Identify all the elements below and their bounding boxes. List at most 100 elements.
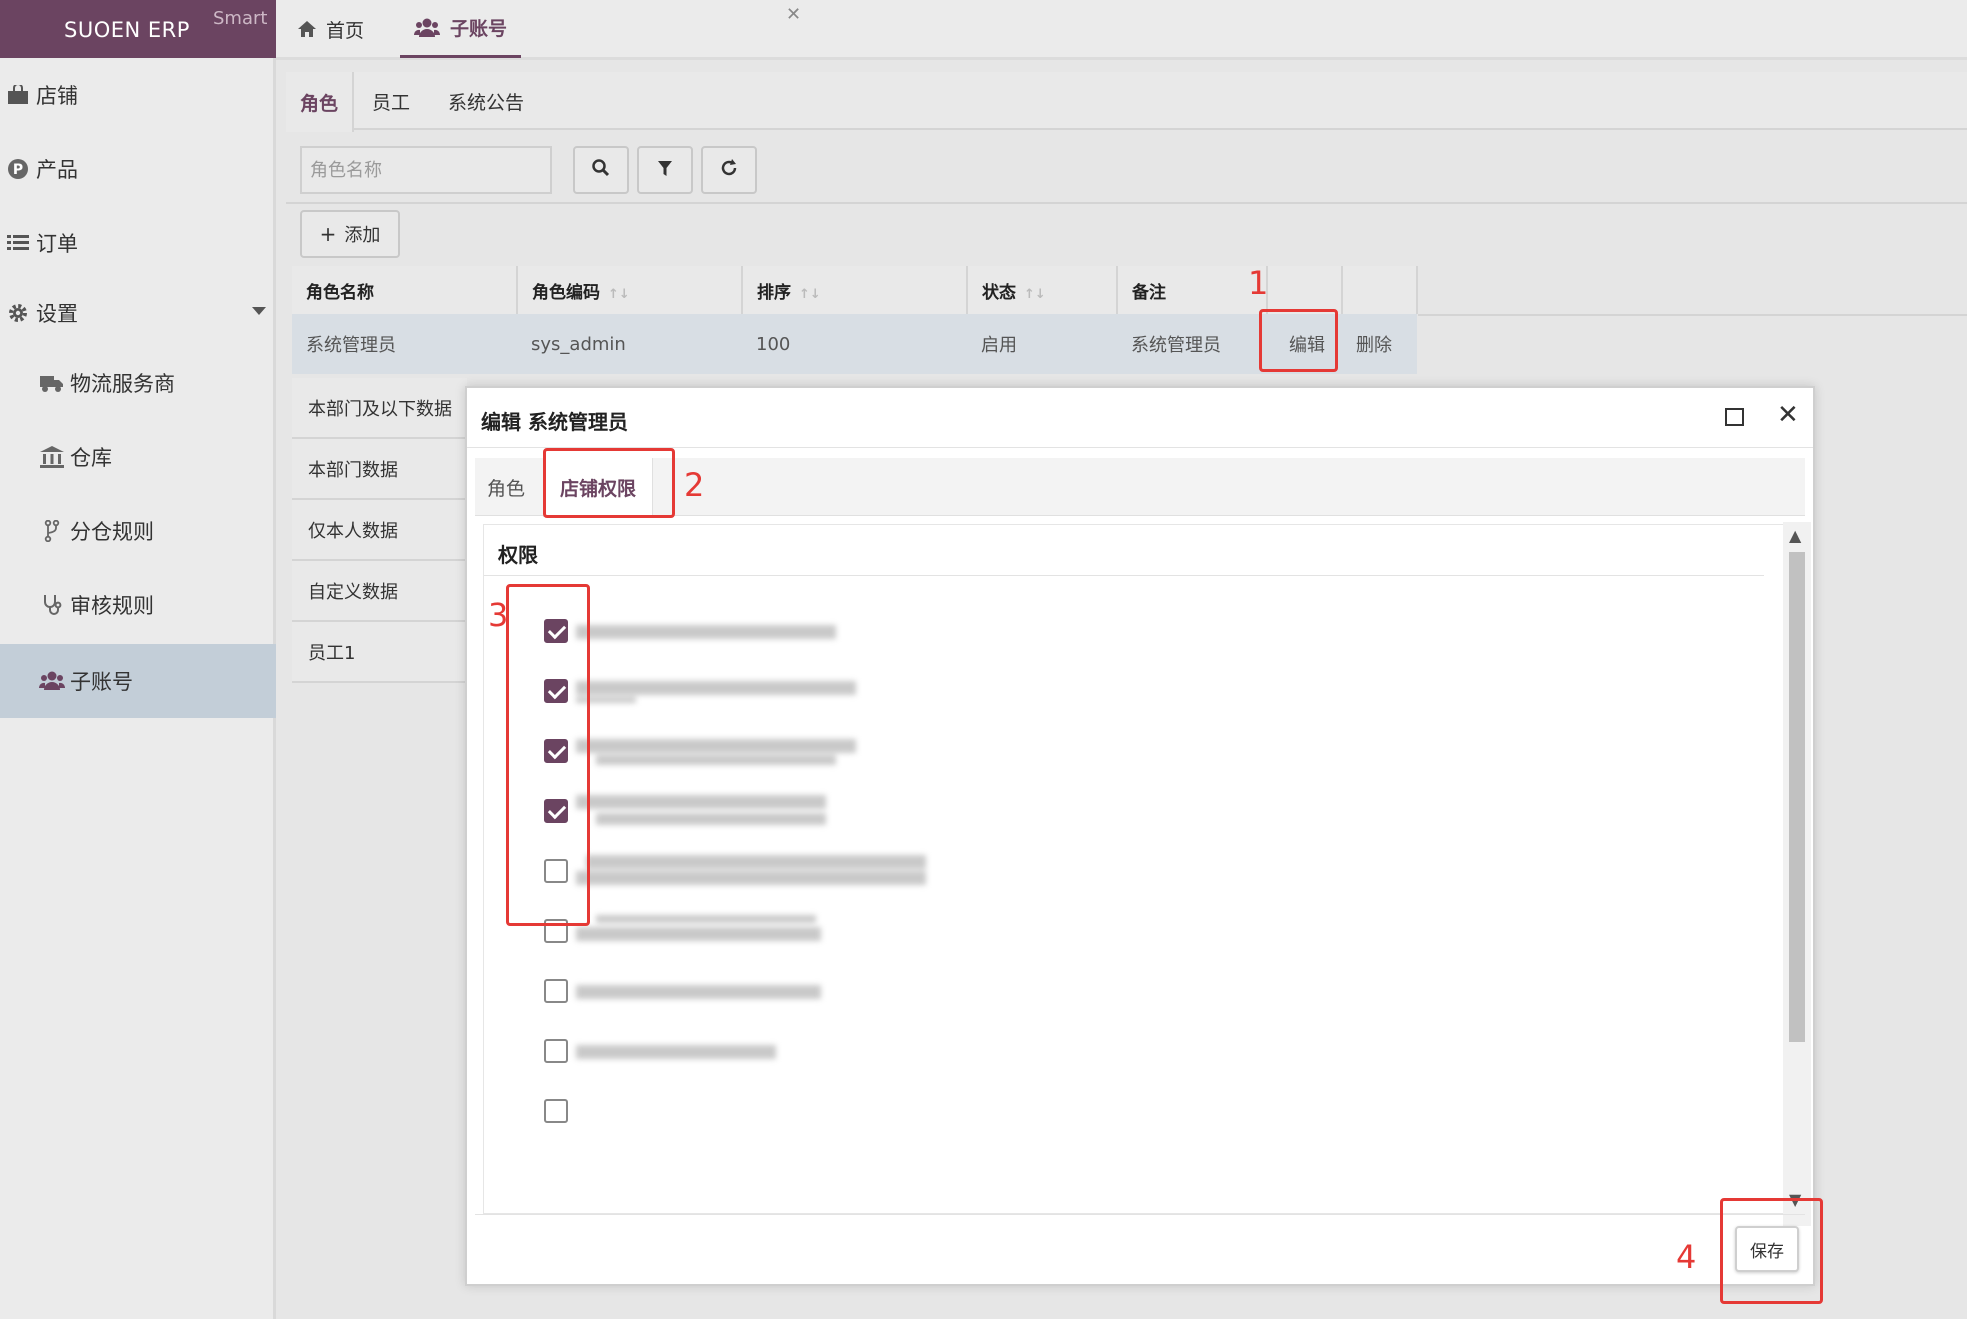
- modal-footer-divider: [475, 1214, 1805, 1215]
- sidebar-item-sub-account[interactable]: 子账号: [0, 644, 276, 718]
- annotation-number: 4: [1676, 1238, 1697, 1276]
- permission-row: [544, 731, 964, 771]
- refresh-button[interactable]: [701, 146, 757, 194]
- sidebar-item-logistics[interactable]: 物流服务商: [0, 346, 276, 420]
- bank-icon: [38, 446, 66, 468]
- cell-remark: 系统管理员: [1117, 314, 1267, 374]
- add-role-button[interactable]: + 添加: [300, 210, 400, 258]
- sidebar-item-review-rules[interactable]: 审核规则: [0, 568, 276, 642]
- list-item[interactable]: 员工1: [292, 622, 467, 683]
- search-button[interactable]: [573, 146, 629, 194]
- filter-button[interactable]: [637, 146, 693, 194]
- plus-icon: +: [319, 222, 337, 246]
- header-divider: [1418, 314, 1967, 316]
- delete-link[interactable]: 删除: [1342, 314, 1417, 374]
- sidebar-item-label: 审核规则: [70, 594, 154, 618]
- sidebar-item-label: 子账号: [70, 670, 133, 694]
- sidebar-item-order[interactable]: 订单: [0, 206, 276, 280]
- column-header[interactable]: 排序 ↑↓: [742, 266, 968, 314]
- edit-role-modal: 编辑 系统管理员 ✕ 角色 店铺权限 权限 ▲ ▼ 保存: [465, 386, 1815, 1286]
- sidebar-item-split-rules[interactable]: 分仓规则: [0, 494, 276, 568]
- top-tab-bar: 首页 子账号 ✕: [276, 0, 1967, 60]
- cell-status: 启用: [967, 314, 1117, 374]
- sidebar: 店铺 P 产品 订单 设置 物流服务商 仓库 分仓规则 审核规则 子账号: [0, 58, 276, 1319]
- column-header[interactable]: 角色名称: [292, 266, 518, 314]
- modal-title: 编辑 系统管理员: [481, 410, 628, 434]
- permission-checkbox[interactable]: [544, 979, 568, 1003]
- annotation-box-1: [1259, 309, 1338, 372]
- sidebar-item-product[interactable]: P 产品: [0, 132, 276, 206]
- maximize-icon[interactable]: [1725, 408, 1744, 426]
- search-input[interactable]: [300, 146, 552, 194]
- modal-header: 编辑 系统管理员 ✕: [467, 388, 1813, 448]
- column-header[interactable]: 状态 ↑↓: [967, 266, 1118, 314]
- column-header-label: 排序: [757, 282, 791, 303]
- refresh-icon: [720, 158, 738, 182]
- cell-order: 100: [742, 314, 967, 374]
- list-item[interactable]: 仅本人数据: [292, 500, 467, 561]
- tab-role[interactable]: 角色: [487, 458, 525, 516]
- list-icon: [4, 234, 32, 252]
- sidebar-item-shop[interactable]: 店铺: [0, 58, 276, 132]
- permission-row: [544, 1031, 964, 1071]
- scroll-thumb[interactable]: [1789, 552, 1805, 1042]
- search-icon: [592, 158, 610, 182]
- list-item[interactable]: 本部门及以下数据: [292, 378, 467, 439]
- brand-header: SUOEN ERP Smart: [0, 0, 276, 58]
- permission-panel: 权限: [483, 524, 1787, 1214]
- column-header-action: [1342, 266, 1418, 314]
- close-icon[interactable]: ✕: [786, 4, 801, 25]
- tab-sub-account[interactable]: 子账号: [400, 0, 522, 58]
- permission-row: [544, 911, 964, 951]
- sort-icon[interactable]: ↑↓: [799, 287, 821, 302]
- add-row: + 添加: [286, 206, 1967, 266]
- list-item[interactable]: 本部门数据: [292, 439, 467, 500]
- permission-checkbox[interactable]: [544, 1099, 568, 1123]
- cell-role-name: 系统管理员: [292, 314, 517, 374]
- sort-icon[interactable]: ↑↓: [608, 287, 630, 302]
- sidebar-item-label: 店铺: [36, 84, 78, 108]
- permission-row: [544, 611, 964, 651]
- product-p-icon: P: [4, 158, 32, 180]
- column-header-label: 状态: [982, 282, 1016, 303]
- sidebar-item-label: 分仓规则: [70, 520, 154, 544]
- divider: [484, 575, 1764, 576]
- table-row[interactable]: 系统管理员 sys_admin 100 启用 系统管理员 编辑 删除: [292, 314, 1417, 374]
- cell-role-code: sys_admin: [517, 314, 742, 374]
- sort-icon[interactable]: ↑↓: [1024, 287, 1046, 302]
- filter-icon: [658, 158, 672, 182]
- scrollbar[interactable]: ▲ ▼: [1783, 522, 1811, 1226]
- home-icon: [298, 21, 316, 37]
- annotation-number: 1: [1248, 264, 1269, 302]
- sidebar-item-warehouse[interactable]: 仓库: [0, 420, 276, 494]
- sidebar-item-label: 设置: [36, 302, 78, 326]
- column-header-action: [1267, 266, 1343, 314]
- column-header[interactable]: 备注: [1117, 266, 1268, 314]
- chevron-up-icon[interactable]: ▲: [1789, 526, 1801, 545]
- tab-role[interactable]: 角色: [286, 72, 355, 132]
- svg-text:P: P: [13, 162, 23, 178]
- tab-announcement[interactable]: 系统公告: [448, 72, 524, 130]
- permission-checkbox[interactable]: [544, 1039, 568, 1063]
- truck-icon: [38, 373, 66, 393]
- tab-label: 子账号: [450, 18, 508, 40]
- tab-staff[interactable]: 员工: [372, 72, 410, 130]
- column-header-label: 角色编码: [532, 282, 600, 303]
- sidebar-item-label: 物流服务商: [70, 372, 175, 396]
- sidebar-item-settings[interactable]: 设置: [0, 276, 276, 350]
- tab-home[interactable]: 首页: [298, 0, 364, 58]
- permission-row: [544, 1091, 964, 1131]
- permission-row: [544, 791, 964, 831]
- list-item[interactable]: 自定义数据: [292, 561, 467, 622]
- brand-tag: Smart: [213, 8, 268, 29]
- annotation-box-2: [543, 448, 675, 518]
- data-scope-list: 本部门及以下数据 本部门数据 仅本人数据 自定义数据 员工1: [292, 378, 467, 683]
- chevron-down-icon: [252, 307, 266, 315]
- gear-icon: [4, 302, 32, 324]
- annotation-box-4: [1720, 1198, 1823, 1304]
- close-icon[interactable]: ✕: [1777, 400, 1799, 430]
- column-header-label: 备注: [1132, 282, 1166, 303]
- column-header[interactable]: 角色编码 ↑↓: [517, 266, 743, 314]
- stethoscope-icon: [38, 594, 66, 616]
- annotation-number: 2: [684, 466, 705, 504]
